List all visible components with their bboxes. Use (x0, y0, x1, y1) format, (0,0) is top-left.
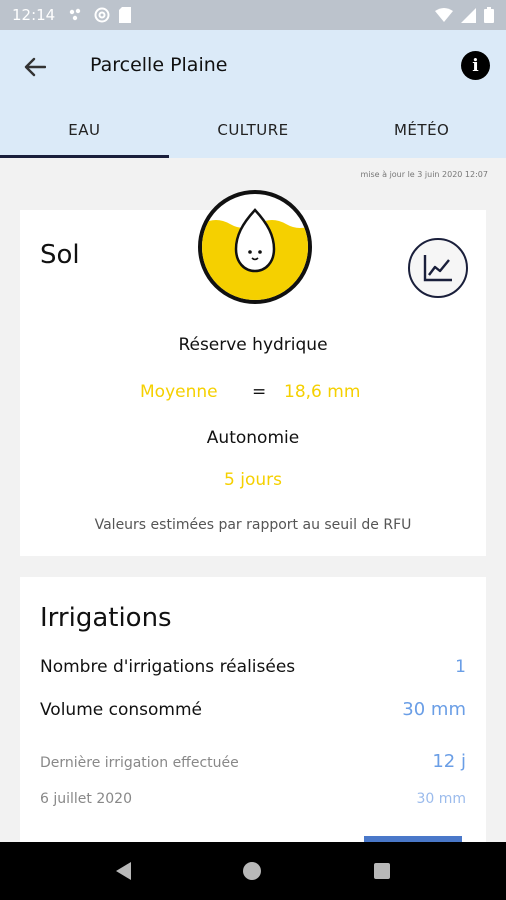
sol-card: Sol Réserve hydrique Moyenne = 18,6 mm A… (20, 190, 486, 556)
last-updated-text: mise à jour le 3 juin 2020 12:07 (360, 170, 488, 179)
nav-back-icon[interactable] (116, 862, 132, 880)
last-irrigation-detail-row: 6 juillet 2020 30 mm (40, 791, 466, 807)
irrigation-count-label: Nombre d'irrigations réalisées (40, 657, 296, 677)
tab-culture[interactable]: CULTURE (169, 118, 338, 158)
nav-recents-icon[interactable] (373, 863, 390, 879)
water-reserve-indicator (198, 190, 312, 304)
dots-icon (70, 8, 81, 21)
last-irrigation-days: 12 j (432, 751, 466, 772)
volume-value: 30 mm (402, 699, 466, 720)
irrigation-count-value: 1 (455, 657, 466, 677)
back-arrow-icon (24, 57, 46, 77)
tab-meteo[interactable]: MÉTÉO (337, 118, 506, 158)
status-bar: 12:14 (0, 0, 506, 30)
sd-card-icon (119, 7, 132, 23)
volume-row: Volume consommé 30 mm (40, 699, 466, 720)
tab-bar: EAU CULTURE MÉTÉO (0, 118, 506, 158)
reserve-level-value: Moyenne (140, 382, 218, 402)
chart-icon (423, 255, 452, 282)
last-irrigation-volume: 30 mm (416, 791, 466, 807)
sol-title: Sol (40, 240, 80, 270)
history-chart-button[interactable] (408, 238, 468, 298)
back-button[interactable] (18, 50, 52, 84)
at-circle-icon (94, 7, 110, 23)
status-notification-icons (69, 7, 132, 23)
last-irrigation-row: Dernière irrigation effectuée 12 j (40, 751, 466, 772)
rfu-note: Valeurs estimées par rapport au seuil de… (94, 517, 412, 533)
last-irrigation-label: Dernière irrigation effectuée (40, 755, 239, 771)
last-irrigation-date: 6 juillet 2020 (40, 791, 132, 807)
autonomie-value: 5 jours (224, 470, 282, 490)
reserve-mm-value: 18,6 mm (284, 382, 361, 402)
equals-sign: = (252, 382, 267, 402)
irrigation-count-row: Nombre d'irrigations réalisées 1 (40, 657, 466, 677)
battery-icon (484, 7, 494, 23)
info-button[interactable]: i (461, 51, 490, 80)
irrigations-card: Irrigations Nombre d'irrigations réalisé… (20, 577, 486, 842)
signal-icon (461, 7, 476, 23)
status-system-icons (435, 7, 494, 23)
water-drop-icon (202, 208, 308, 300)
app-bar: Parcelle Plaine i EAU CULTURE MÉTÉO (0, 30, 506, 158)
volume-label: Volume consommé (40, 700, 202, 720)
reserve-hydrique-label: Réserve hydrique (178, 335, 328, 355)
page-title: Parcelle Plaine (90, 54, 228, 76)
wifi-icon (435, 8, 453, 22)
info-icon: i (472, 55, 479, 76)
irrigations-title: Irrigations (40, 603, 172, 633)
system-nav-bar (0, 842, 506, 900)
nav-home-icon[interactable] (243, 862, 262, 880)
autonomie-label: Autonomie (206, 428, 300, 448)
tab-eau[interactable]: EAU (0, 118, 169, 158)
status-time: 12:14 (12, 6, 56, 24)
